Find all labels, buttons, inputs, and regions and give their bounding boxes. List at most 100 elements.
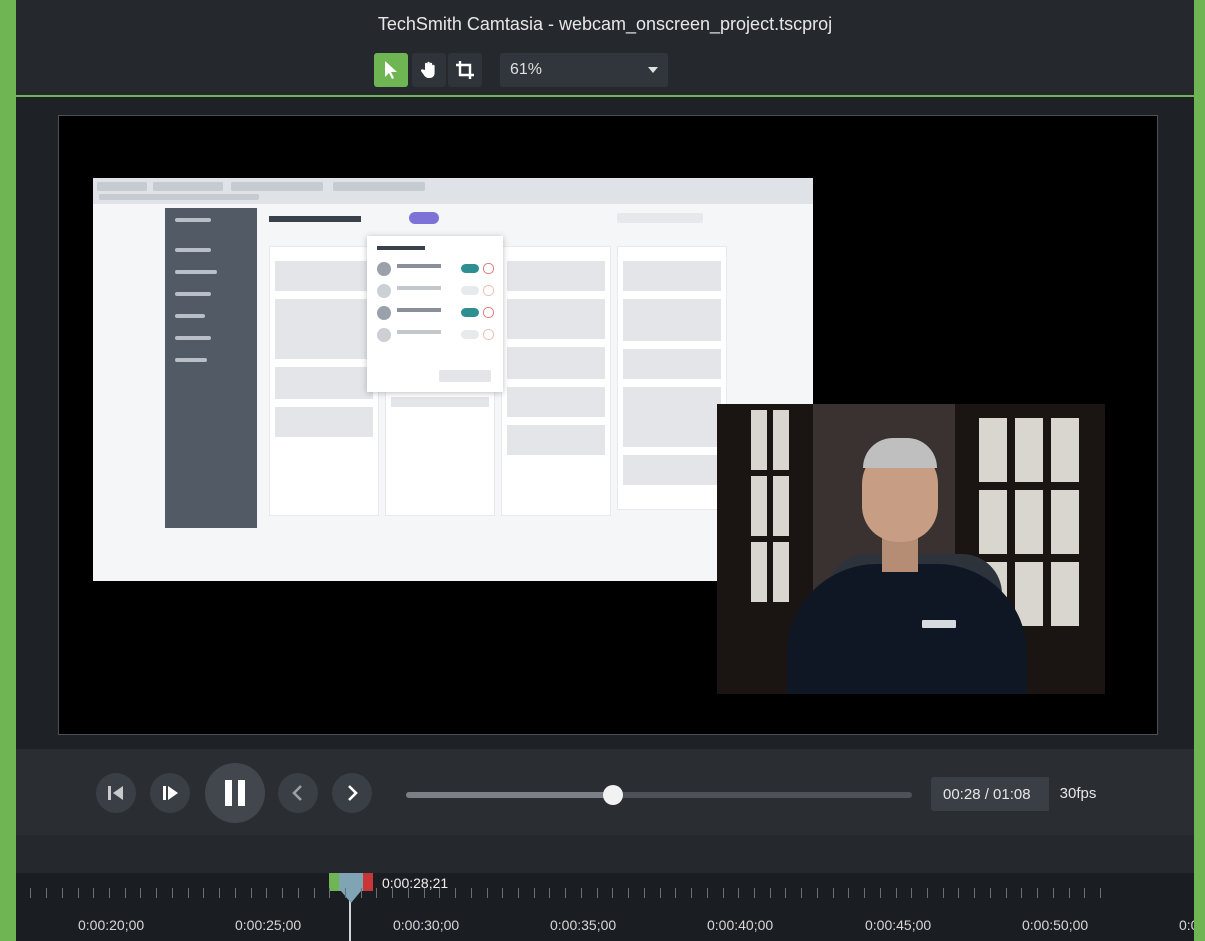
ruler-tick — [597, 888, 598, 898]
board-column — [617, 246, 727, 510]
ruler-tick — [644, 888, 645, 898]
ruler-tick — [361, 888, 362, 898]
ruler-tick — [691, 888, 692, 898]
previous-marker-button[interactable] — [278, 773, 318, 813]
step-forward-button[interactable] — [150, 773, 190, 813]
chevron-down-icon — [648, 67, 658, 73]
playback-controls: 00:28 / 01:08 30fps — [16, 749, 1194, 835]
ruler-tick — [581, 888, 582, 898]
ruler-tick — [188, 888, 189, 898]
board-title-bar — [269, 216, 361, 222]
pause-button[interactable] — [205, 763, 265, 823]
ruler-label: 0:00:35;00 — [550, 917, 617, 933]
ruler-label: 0:00:45;00 — [865, 917, 932, 933]
step-back-icon — [108, 786, 123, 800]
ruler-tick — [660, 888, 661, 898]
step-back-button[interactable] — [96, 773, 136, 813]
ruler-tick — [628, 888, 629, 898]
ruler-tick — [439, 888, 440, 898]
ruler-tick — [1053, 888, 1054, 898]
board-column — [501, 246, 611, 516]
ruler-tick — [1084, 888, 1085, 898]
ruler-tick — [62, 888, 63, 898]
pause-icon — [225, 780, 245, 806]
ruler-label: 0:00:50;00 — [1022, 917, 1089, 933]
ruler-tick — [927, 888, 928, 898]
ruler-tick — [723, 888, 724, 898]
playhead-handle[interactable] — [329, 873, 373, 903]
ruler-tick — [817, 888, 818, 898]
ruler-tick — [78, 888, 79, 898]
ruler-tick — [990, 888, 991, 898]
window-title: TechSmith Camtasia - webcam_onscreen_pro… — [377, 14, 833, 34]
ruler-tick — [376, 888, 377, 898]
ruler-tick — [848, 888, 849, 898]
pan-tool-button[interactable] — [412, 53, 446, 87]
chevron-right-icon — [348, 785, 358, 801]
ruler-label: 0:00:25;00 — [235, 917, 302, 933]
ruler-tick — [46, 888, 47, 898]
ruler-tick — [770, 888, 771, 898]
manage-members-popup — [367, 236, 503, 392]
presenter-body — [787, 564, 1027, 694]
ruler-tick — [471, 888, 472, 898]
camtasia-window: TechSmith Camtasia - webcam_onscreen_pro… — [16, 0, 1194, 941]
select-tool-button[interactable] — [374, 53, 408, 87]
preview-canvas[interactable] — [58, 115, 1158, 735]
ruler-tick — [1037, 888, 1038, 898]
ruler-tick — [219, 888, 220, 898]
ruler-tick — [675, 888, 676, 898]
ruler-tick — [93, 888, 94, 898]
ruler-tick — [754, 888, 755, 898]
ruler-tick — [864, 888, 865, 898]
board-column — [269, 246, 379, 516]
timeline-ruler[interactable]: 0:00:28;21 0:00:20;00 0:00:25;00 0:00:30;0… — [16, 873, 1194, 941]
ruler-tick — [251, 888, 252, 898]
next-marker-button[interactable] — [332, 773, 372, 813]
ruler-tick — [1069, 888, 1070, 898]
ruler-tick — [707, 888, 708, 898]
recorded-search-box — [617, 213, 703, 223]
cursor-arrow-icon — [385, 61, 397, 79]
ruler-tick — [487, 888, 488, 898]
ruler-tick — [172, 888, 173, 898]
crop-tool-button[interactable] — [448, 53, 482, 87]
webcam-clip[interactable] — [717, 404, 1105, 694]
ruler-tick — [974, 888, 975, 898]
ruler-tick — [282, 888, 283, 898]
ruler-tick — [1006, 888, 1007, 898]
crop-icon — [456, 61, 474, 79]
ruler-tick — [549, 888, 550, 898]
chevron-left-icon — [292, 785, 302, 801]
ruler-label: 0:00:20;00 — [78, 917, 145, 933]
shirt-logo — [922, 620, 956, 628]
recorded-app-sidebar — [165, 208, 257, 528]
ruler-tick — [156, 888, 157, 898]
ruler-tick — [943, 888, 944, 898]
ruler-tick — [140, 888, 141, 898]
ruler-tick — [534, 888, 535, 898]
ruler-tick — [1100, 888, 1101, 898]
playback-scrubber[interactable] — [406, 785, 912, 805]
time-display: 00:28 / 01:08 30fps — [931, 777, 1107, 811]
fps-button[interactable]: 30fps — [1049, 777, 1107, 811]
scrubber-handle[interactable] — [603, 785, 624, 805]
ruler-label: 0:00:40;00 — [707, 917, 774, 933]
ruler-tick — [958, 888, 959, 898]
screen-recording-clip[interactable] — [93, 178, 813, 581]
ruler-tick — [833, 888, 834, 898]
step-forward-icon — [163, 786, 178, 800]
ruler-tick — [235, 888, 236, 898]
ruler-tick — [314, 888, 315, 898]
ruler-tick — [518, 888, 519, 898]
ruler-tick — [424, 888, 425, 898]
ruler-tick — [203, 888, 204, 898]
ruler-tick — [502, 888, 503, 898]
zoom-dropdown[interactable]: 61% — [500, 53, 668, 87]
ruler-tick — [896, 888, 897, 898]
ruler-label: 0:00:30;00 — [393, 917, 460, 933]
ruler-tick — [109, 888, 110, 898]
ruler-tick — [298, 888, 299, 898]
ruler-tick — [612, 888, 613, 898]
ruler-tick — [1021, 888, 1022, 898]
